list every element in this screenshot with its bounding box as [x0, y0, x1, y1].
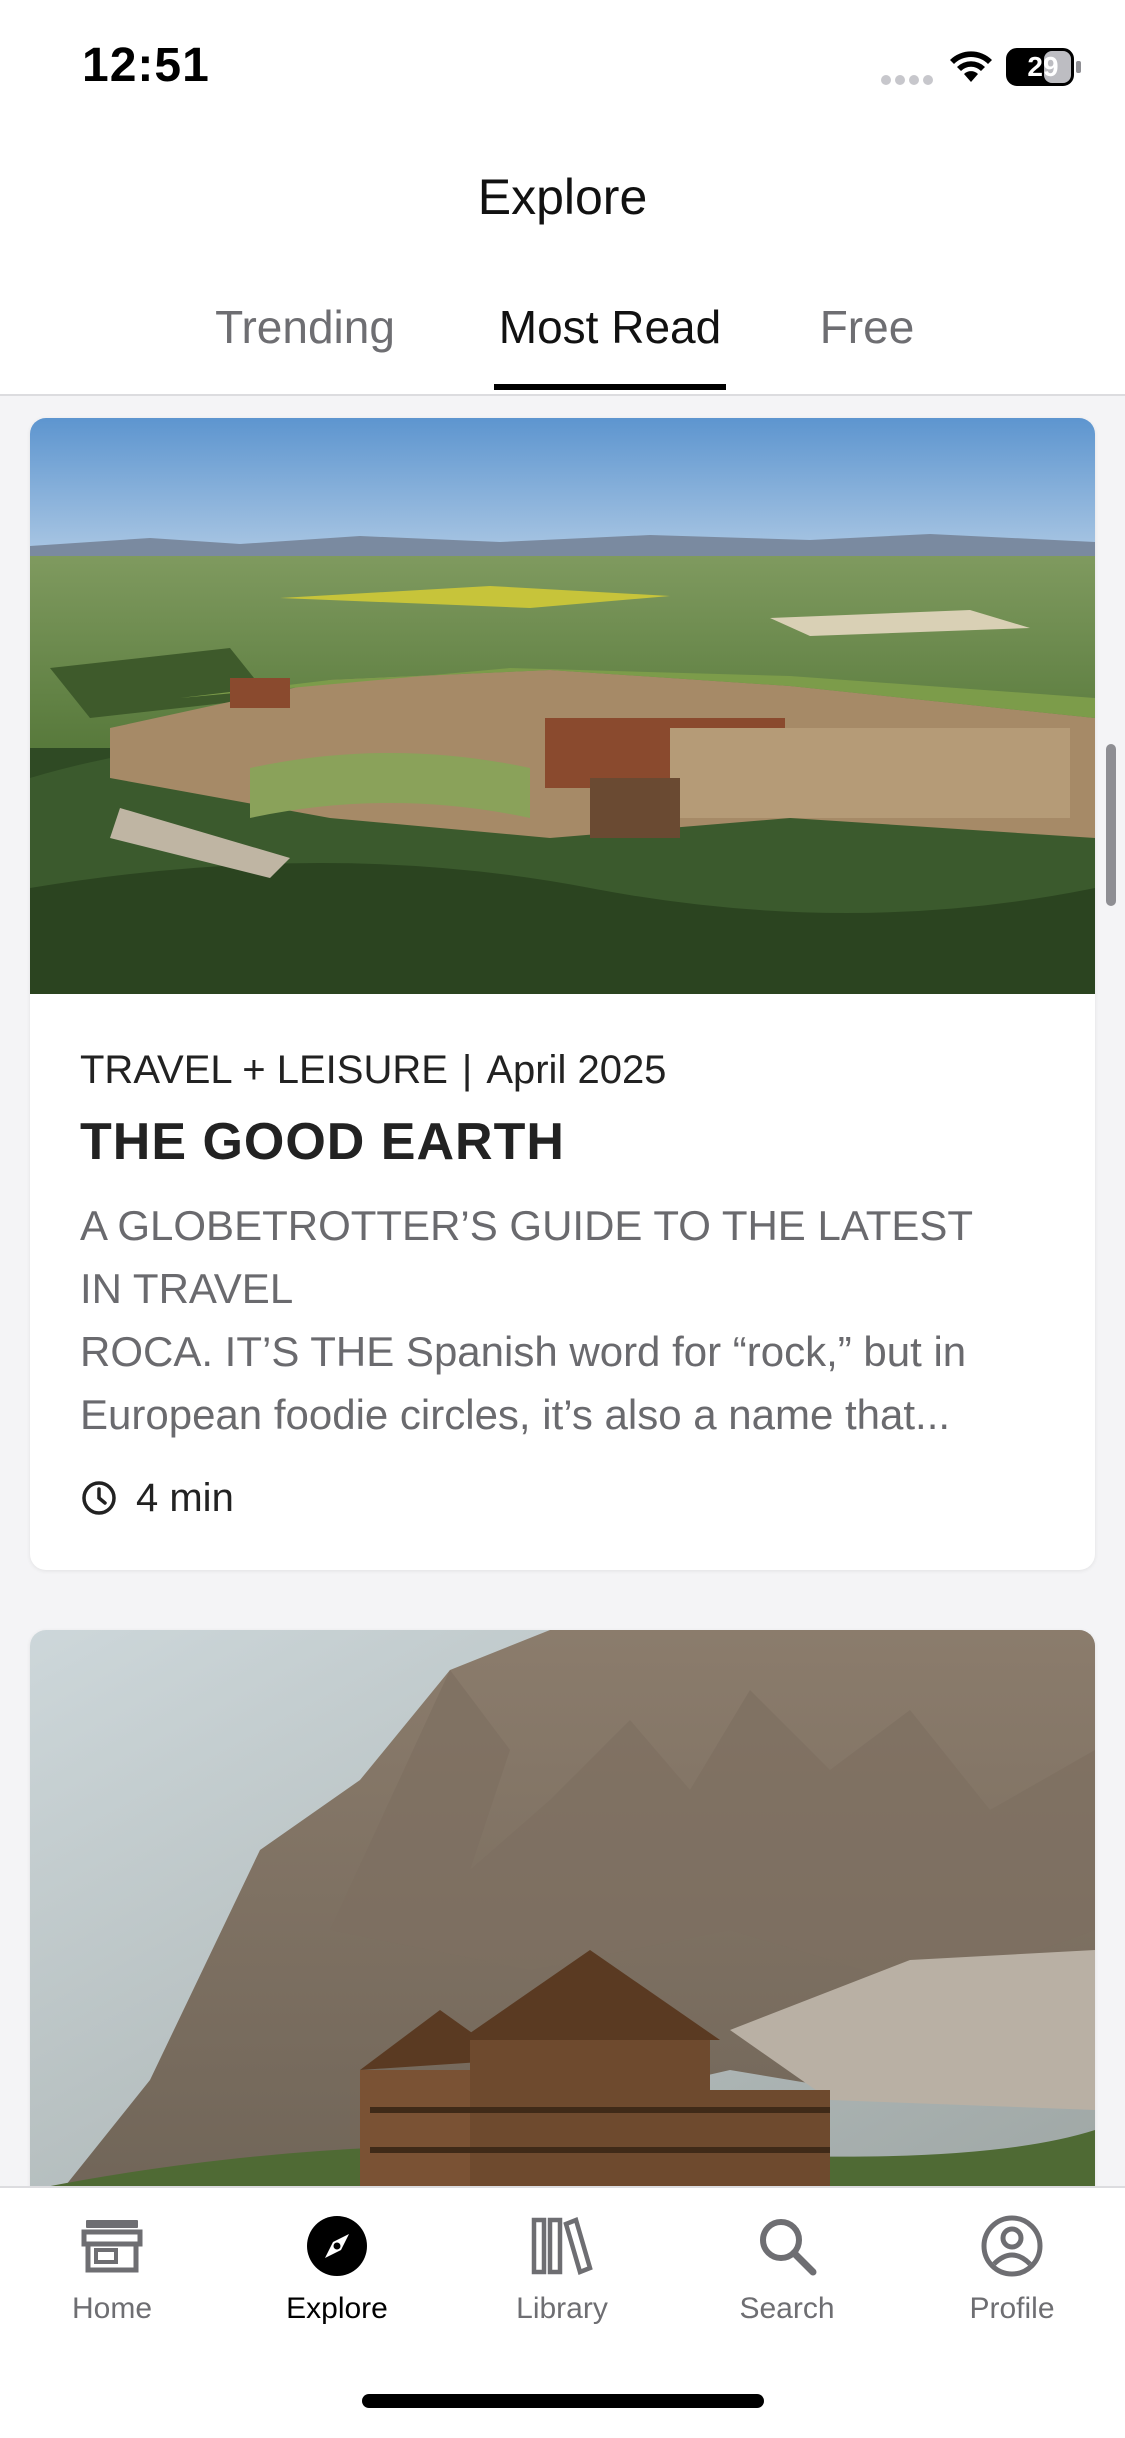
nav-profile[interactable]: Profile — [917, 2214, 1107, 2354]
profile-icon — [981, 2215, 1043, 2277]
article-meta: TRAVEL + LEISURE | April 2025 — [80, 1048, 666, 1093]
nav-home[interactable]: Home — [17, 2214, 207, 2354]
article-title[interactable]: THE GOOD EARTH — [80, 1112, 565, 1172]
article-card[interactable]: TRAVEL + LEISURE | April 2025 THE GOOD EAR… — [30, 418, 1095, 1570]
article-feed[interactable]: TRAVEL + LEISURE | April 2025 THE GOOD EAR… — [0, 396, 1125, 2188]
excerpt-line: European foodie circles, it’s also a nam… — [80, 1391, 951, 1438]
article-image — [30, 1630, 1095, 2188]
excerpt-line: IN TRAVEL — [80, 1265, 294, 1312]
scrollbar[interactable] — [1106, 744, 1116, 906]
storefront-icon — [81, 2220, 143, 2273]
nav-label: Library — [516, 2292, 608, 2325]
meta-separator: | — [461, 1048, 473, 1092]
clock-icon — [82, 1481, 116, 1515]
page-title: Explore — [477, 169, 648, 225]
explore-header: Explore Trending Most Read Free — [0, 140, 1125, 396]
nav-library[interactable]: Library — [467, 2214, 657, 2354]
read-time-label: 4 min — [136, 1475, 234, 1520]
nav-label: Search — [739, 2292, 835, 2325]
nav-label: Profile — [969, 2292, 1055, 2325]
publication-date: April 2025 — [486, 1048, 667, 1092]
excerpt-line: A GLOBETROTTER’S GUIDE TO THE LATEST — [80, 1202, 974, 1249]
home-indicator[interactable] — [362, 2394, 764, 2408]
status-time: 12:51 — [82, 39, 210, 92]
excerpt-line: ROCA. IT’S THE Spanish word for “rock,” … — [80, 1328, 967, 1375]
signal-dots-icon — [881, 75, 933, 85]
article-image — [30, 418, 1095, 994]
nav-explore[interactable]: Explore — [242, 2214, 432, 2354]
tab-most-read[interactable]: Most Read — [492, 300, 728, 354]
status-bar: 12:51 29 — [0, 0, 1125, 140]
compass-icon — [307, 2216, 367, 2276]
active-tab-indicator — [494, 384, 726, 390]
tab-free[interactable]: Free — [800, 300, 934, 354]
article-card[interactable] — [30, 1630, 1095, 2188]
publication-name: TRAVEL + LEISURE — [80, 1048, 448, 1092]
library-books-icon — [531, 2216, 593, 2276]
nav-search[interactable]: Search — [692, 2214, 882, 2354]
article-excerpt: A GLOBETROTTER’S GUIDE TO THE LATEST IN … — [80, 1194, 1070, 1446]
search-icon — [760, 2219, 817, 2276]
wifi-icon — [950, 51, 992, 82]
tab-trending[interactable]: Trending — [190, 300, 420, 354]
nav-label: Explore — [286, 2292, 388, 2325]
nav-label: Home — [71, 2292, 153, 2325]
battery-level: 29 — [1027, 51, 1059, 82]
read-time: 4 min — [80, 1476, 234, 1520]
